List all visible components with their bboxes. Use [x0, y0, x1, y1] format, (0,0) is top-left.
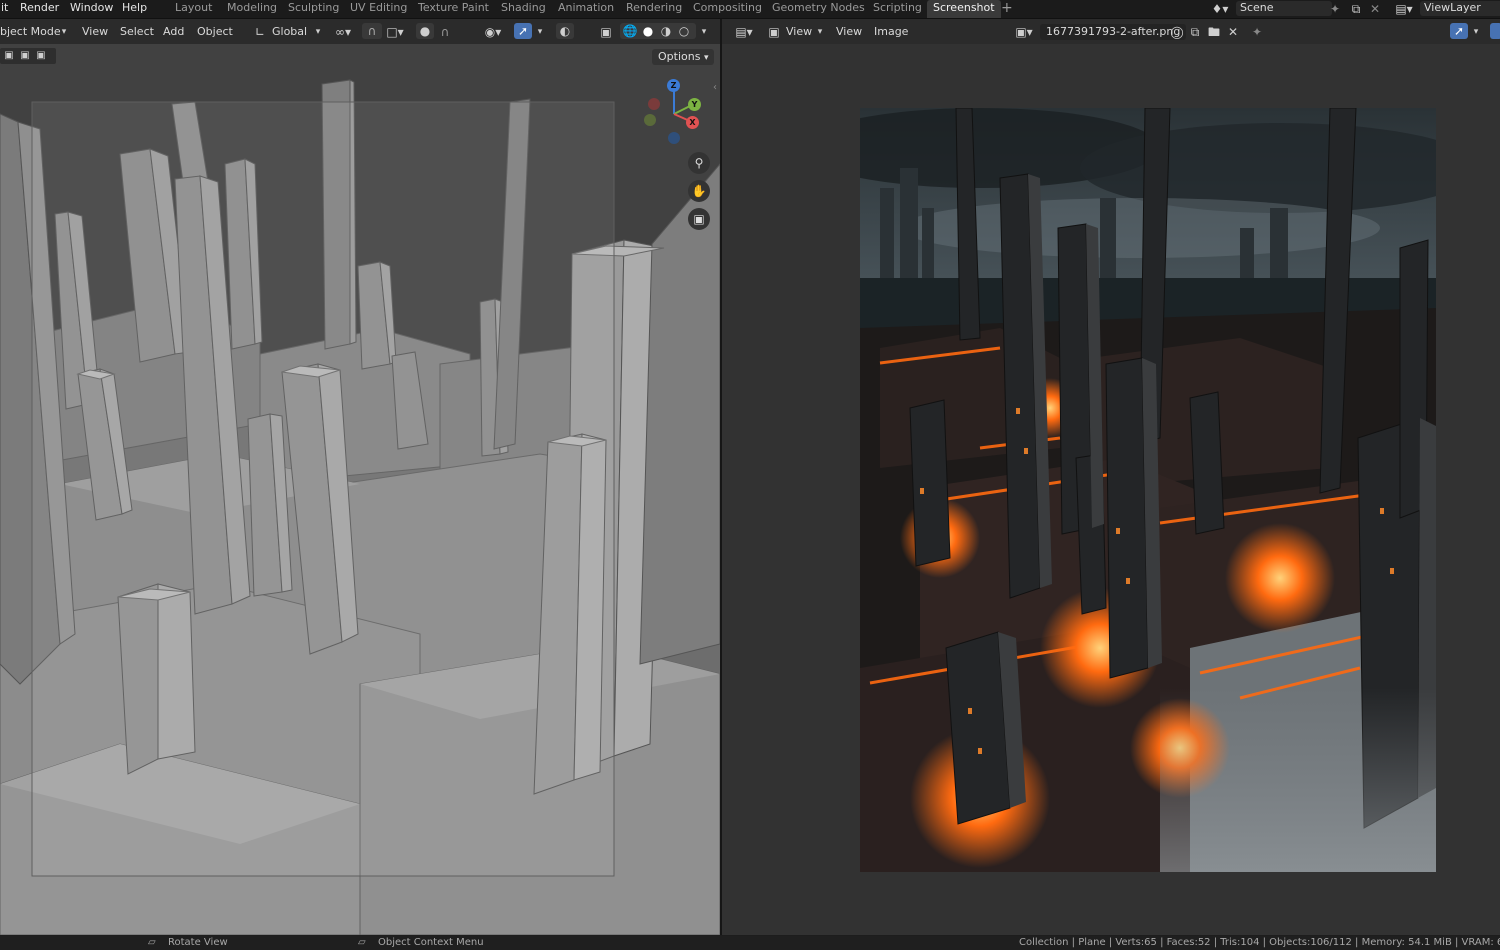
- proportional-icon: ●: [419, 24, 431, 38]
- chevron-down-icon: ▾: [703, 53, 709, 63]
- falloff-icon[interactable]: ∩: [438, 24, 452, 40]
- pin-icon[interactable]: ✦: [1328, 1, 1342, 17]
- select-subtract-icon[interactable]: ▣: [34, 48, 48, 64]
- chevron-down-icon[interactable]: ▾: [698, 24, 710, 40]
- sidebar-toggle-icon[interactable]: ‹: [710, 80, 720, 96]
- chevron-down-icon[interactable]: ▾: [1470, 24, 1482, 40]
- chevron-down-icon: ▾: [537, 27, 543, 37]
- visibility-icon[interactable]: ◉▾: [482, 24, 504, 40]
- scene-icon[interactable]: ♦▾: [1208, 1, 1232, 17]
- tab-modeling[interactable]: Modeling: [227, 0, 277, 18]
- rendered-shading-icon[interactable]: ○: [676, 23, 692, 39]
- tab-uv-editing[interactable]: UV Editing: [350, 0, 407, 18]
- scene-selector[interactable]: Scene: [1236, 1, 1332, 16]
- image-filename-field[interactable]: 1677391793-2-after.png: [1040, 24, 1187, 40]
- material-shading-icon[interactable]: ◑: [658, 23, 674, 39]
- delete-scene-icon[interactable]: ✕: [1368, 1, 1382, 17]
- gizmo-icon: ➚: [517, 24, 529, 38]
- camera-view-icon[interactable]: ▣: [688, 208, 710, 230]
- tab-shading[interactable]: Shading: [501, 0, 546, 18]
- xray-icon[interactable]: ▣: [598, 24, 614, 40]
- pin-icon[interactable]: ✦: [1250, 24, 1264, 40]
- 3d-viewport[interactable]: ▣ ▣ ▣ Options ▾ Z Y X ⚲ ✋ ▣ ‹: [0, 44, 720, 935]
- browse-image-icon[interactable]: ▣▾: [1012, 24, 1036, 40]
- menu-image[interactable]: Image: [874, 24, 908, 40]
- tab-texture-paint[interactable]: Texture Paint: [418, 0, 489, 18]
- gizmo-icon: ➚: [1453, 24, 1465, 38]
- orientation-selector[interactable]: Global: [272, 24, 307, 40]
- rotate-view-hint: Rotate View: [168, 937, 228, 948]
- pan-hand-icon[interactable]: ✋: [688, 180, 710, 202]
- options-dropdown[interactable]: Options ▾: [652, 49, 715, 65]
- tab-sculpting[interactable]: Sculpting: [288, 0, 339, 18]
- duplicate-image-icon[interactable]: ⧉: [1188, 24, 1202, 40]
- zoom-icon[interactable]: ⚲: [688, 152, 710, 174]
- menu-file[interactable]: it: [1, 0, 8, 18]
- mouse-icon: ▱: [358, 937, 366, 948]
- mouse-icon: ▱: [148, 937, 156, 948]
- menu-help[interactable]: Help: [122, 0, 147, 18]
- menu-window[interactable]: Window: [70, 0, 113, 18]
- rendered-image: [860, 108, 1436, 872]
- gizmo-x-axis[interactable]: X: [686, 116, 699, 129]
- scene-statistics: Collection | Plane | Verts:65 | Faces:52…: [1019, 937, 1500, 948]
- viewport-header: bject Mode ▾ View Select Add Object ∟ Gl…: [0, 19, 720, 44]
- context-menu-hint: Object Context Menu: [378, 937, 484, 948]
- chevron-down-icon: ▾: [315, 27, 321, 37]
- magnet-icon: ∩: [367, 24, 377, 38]
- overlay-toggle[interactable]: [1490, 23, 1500, 39]
- chevron-down-icon: ▾: [817, 27, 823, 37]
- image-mode-icon: ▣: [768, 25, 780, 39]
- gizmo-y-axis[interactable]: Y: [688, 98, 701, 111]
- tab-geometry-nodes[interactable]: Geometry Nodes: [772, 0, 865, 18]
- image-editor[interactable]: [722, 44, 1500, 935]
- tab-layout[interactable]: Layout: [175, 0, 212, 18]
- mode-view-selector[interactable]: View: [786, 24, 812, 40]
- menu-object[interactable]: Object: [197, 24, 233, 40]
- pivot-point-icon[interactable]: ∞▾: [332, 24, 354, 40]
- menu-add[interactable]: Add: [163, 24, 184, 40]
- view-layer-icon[interactable]: ▤▾: [1392, 1, 1416, 17]
- chevron-down-icon: ▾: [61, 27, 67, 37]
- tab-compositing[interactable]: Compositing: [693, 0, 762, 18]
- menu-view[interactable]: View: [836, 24, 862, 40]
- menu-view[interactable]: View: [82, 24, 108, 40]
- overlay-icon: ◐: [559, 24, 571, 38]
- editor-type-icon[interactable]: ▤▾: [732, 24, 756, 40]
- select-box-icon[interactable]: ▣: [2, 48, 16, 64]
- close-icon[interactable]: ✕: [1226, 24, 1240, 40]
- gizmo-z-axis[interactable]: Z: [667, 79, 680, 92]
- tab-animation[interactable]: Animation: [558, 0, 614, 18]
- add-workspace-button[interactable]: +: [1001, 0, 1013, 18]
- open-folder-icon[interactable]: 🖿: [1206, 24, 1222, 40]
- snap-target-icon[interactable]: □▾: [384, 24, 406, 40]
- wireframe-shading-icon[interactable]: 🌐: [622, 23, 638, 39]
- viewport-scene: [0, 44, 720, 935]
- transform-orientation-icon: ∟: [254, 25, 266, 39]
- fake-user-icon[interactable]: ◯: [1170, 24, 1184, 40]
- tab-scripting[interactable]: Scripting: [873, 0, 922, 18]
- solid-shading-icon[interactable]: ●: [640, 23, 656, 39]
- status-bar: ▱ Rotate View ▱ Object Context Menu Coll…: [0, 936, 1500, 950]
- tab-screenshot[interactable]: Screenshot: [927, 0, 1001, 18]
- menu-select[interactable]: Select: [120, 24, 154, 40]
- tab-rendering[interactable]: Rendering: [626, 0, 682, 18]
- new-scene-icon[interactable]: ⧉: [1348, 1, 1364, 17]
- options-label: Options: [658, 50, 701, 63]
- top-menu-bar: it Render Window Help Layout Modeling Sc…: [0, 0, 1500, 19]
- image-editor-header: ▤▾ ▣ View ▾ View Image ▣▾ 1677391793-2-a…: [722, 19, 1500, 44]
- select-extend-icon[interactable]: ▣: [18, 48, 32, 64]
- view-layer-selector[interactable]: ViewLayer: [1420, 1, 1500, 16]
- menu-render[interactable]: Render: [20, 0, 59, 18]
